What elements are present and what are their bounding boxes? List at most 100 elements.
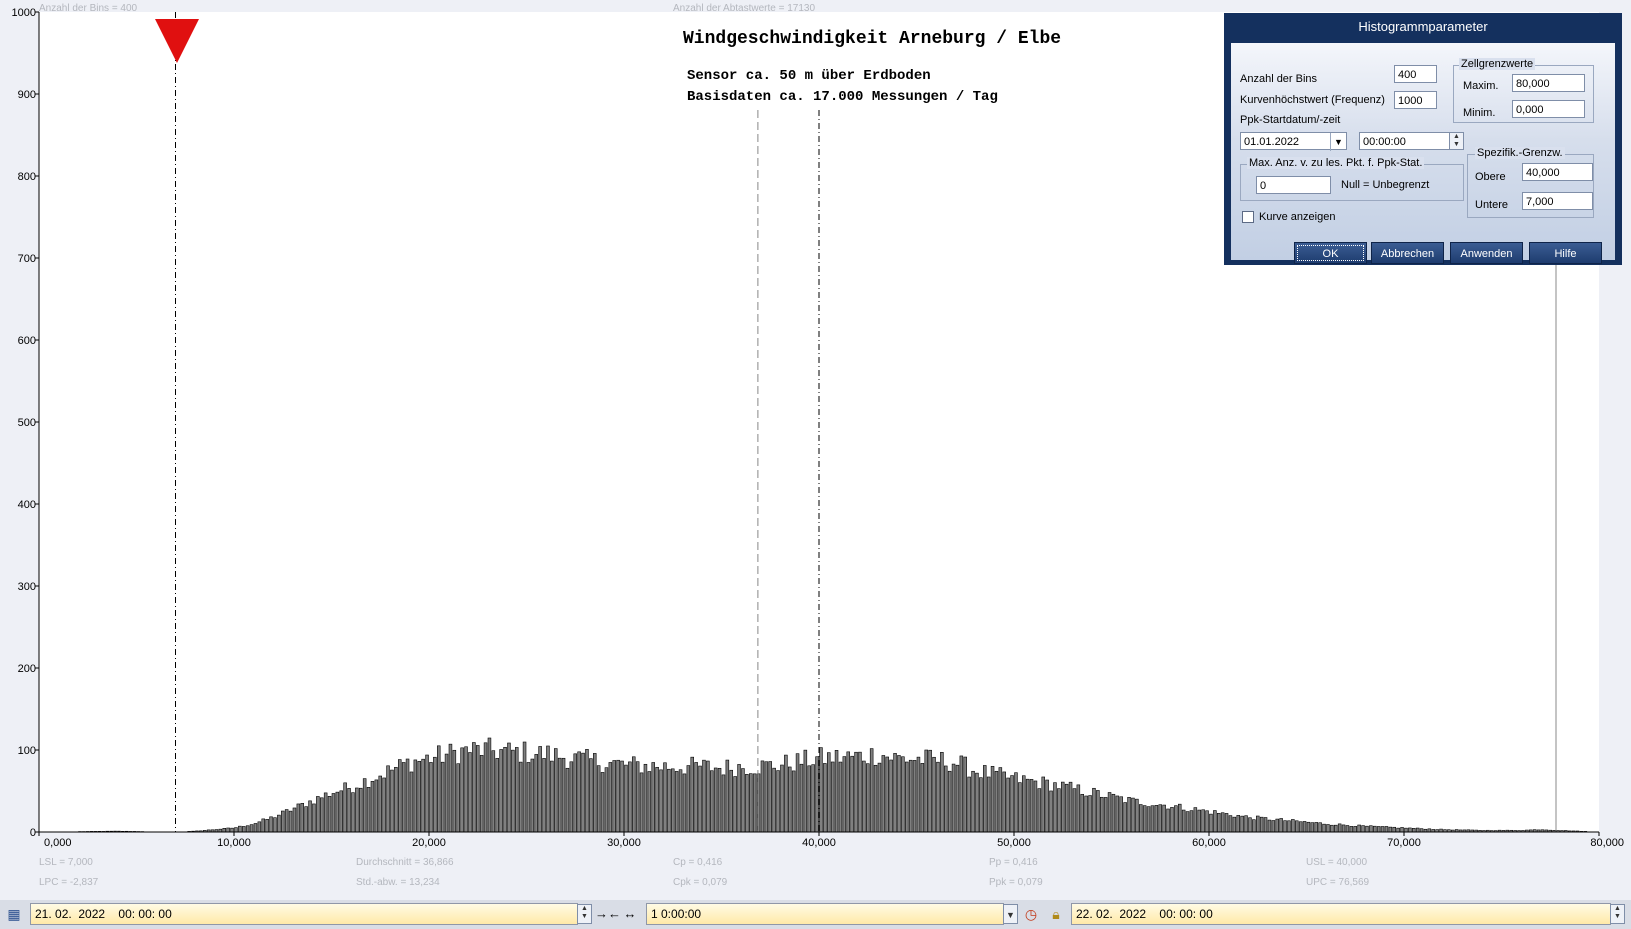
apply-button[interactable]: Anwenden xyxy=(1450,242,1523,264)
histogram-bar xyxy=(1041,776,1046,833)
histogram-bar xyxy=(522,741,527,833)
histogram-bar xyxy=(335,791,340,833)
histogram-bar xyxy=(639,772,644,833)
help-button[interactable]: Hilfe xyxy=(1529,242,1602,264)
histogram-bar xyxy=(417,761,421,833)
histogram-bar xyxy=(573,753,577,833)
histogram-bar xyxy=(1131,797,1135,833)
histogram-bar xyxy=(916,756,921,833)
histogram-bar xyxy=(1154,805,1159,833)
histogram-bar xyxy=(1256,815,1260,833)
histogram-bar xyxy=(386,765,390,833)
interval-dropdown-icon[interactable]: ▼ xyxy=(1003,904,1018,924)
bins-input[interactable]: 400 xyxy=(1394,65,1437,83)
histogram-bar xyxy=(1217,812,1221,833)
histogram-bar xyxy=(230,827,234,833)
histogram-bar xyxy=(1228,815,1233,833)
min-label: Minim. xyxy=(1463,107,1496,119)
histogram-bar xyxy=(487,737,492,833)
histogram-bar xyxy=(803,749,808,833)
histogram-bar xyxy=(518,761,523,833)
cancel-button[interactable]: Abbrechen xyxy=(1371,242,1444,264)
bins-label: Anzahl der Bins xyxy=(1240,73,1318,85)
histogram-bar xyxy=(557,757,562,833)
upper-input[interactable]: 40,000 xyxy=(1522,163,1593,181)
histogram-bar xyxy=(834,750,839,833)
histogram-bar xyxy=(1213,810,1217,833)
histogram-bar xyxy=(1037,788,1042,833)
histogram-bar xyxy=(366,787,371,833)
histogram-bar xyxy=(787,766,792,833)
histogram-bar xyxy=(464,746,468,833)
histogram-bar xyxy=(865,763,870,833)
start-time-input[interactable]: 00:00:00 xyxy=(1359,132,1450,150)
interval-field[interactable]: 1 0:00:00 xyxy=(646,903,1004,925)
start-date-select[interactable]: 01.01.2022 ▼ xyxy=(1240,132,1347,151)
histogram-parameter-dialog[interactable]: Histogrammparameter Anzahl der Bins 400 … xyxy=(1224,13,1622,265)
histogram-bar xyxy=(1232,816,1237,833)
histogram-bar xyxy=(631,756,636,833)
stat-pp: Pp = 0,416 xyxy=(989,857,1038,868)
peak-input[interactable]: 1000 xyxy=(1394,91,1437,109)
stat-lsl: LSL = 7,000 xyxy=(39,857,93,868)
histogram-bar xyxy=(674,771,679,833)
start-datetime-field[interactable]: 21. 02. 2022 00: 00: 00 xyxy=(30,903,578,925)
ok-button[interactable]: OK xyxy=(1294,242,1367,264)
histogram-bar xyxy=(405,758,410,833)
lock-icon[interactable]: 🔒︎ xyxy=(1046,904,1066,924)
show-curve-label[interactable]: Kurve anzeigen xyxy=(1259,211,1335,223)
histogram-bar xyxy=(491,750,496,833)
start-spinner-icon[interactable]: ▲ ▼ xyxy=(577,904,592,924)
histogram-bar xyxy=(1072,788,1077,833)
histogram-bar xyxy=(1369,825,1373,833)
zoom-out-arrows-icon[interactable]: ↔ xyxy=(620,904,640,924)
histogram-bar xyxy=(1146,806,1151,833)
histogram-bar xyxy=(530,758,535,833)
x-tick-label: 60,000 xyxy=(1192,837,1226,849)
max-count-input[interactable]: 0 xyxy=(1256,176,1331,194)
histogram-bar xyxy=(1279,818,1283,833)
histogram-bar xyxy=(1341,824,1346,833)
sample-count-header: Anzahl der Abtastwerte = 17130 xyxy=(673,3,815,14)
histogram-bar xyxy=(737,764,741,833)
show-curve-checkbox[interactable] xyxy=(1242,211,1254,223)
histogram-bar xyxy=(951,763,956,833)
histogram-bar xyxy=(706,760,710,833)
histogram-bar xyxy=(339,790,343,833)
histogram-bar xyxy=(1361,825,1365,833)
cell-limits-title: Zellgrenzwerte xyxy=(1459,58,1536,70)
max-input[interactable]: 80,000 xyxy=(1512,74,1585,92)
histogram-bar xyxy=(838,761,843,833)
histogram-bar xyxy=(873,764,878,833)
histogram-bar xyxy=(1337,823,1342,833)
histogram-bar xyxy=(885,756,889,833)
histogram-bar xyxy=(370,781,375,833)
y-tick-label: 300 xyxy=(18,581,36,593)
histogram-bar xyxy=(581,752,585,833)
time-spinner-icon[interactable]: ▲ ▼ xyxy=(1449,132,1464,150)
end-datetime-field[interactable]: 22. 02. 2022 00: 00: 00 xyxy=(1071,903,1611,925)
histogram-bar xyxy=(760,760,765,833)
histogram-bar xyxy=(308,800,312,833)
histogram-bar xyxy=(869,748,874,833)
histogram-bar xyxy=(616,759,620,833)
histogram-bar xyxy=(1135,798,1139,833)
zoom-in-arrows-icon[interactable]: →← xyxy=(595,904,621,924)
calendar-icon[interactable]: ▦ xyxy=(4,904,24,924)
histogram-bar xyxy=(815,756,819,833)
chevron-down-icon[interactable]: ▼ xyxy=(1330,133,1346,151)
histogram-bar xyxy=(242,826,246,833)
histogram-bar xyxy=(826,752,831,833)
histogram-bar xyxy=(503,746,507,833)
histogram-bar xyxy=(698,765,702,833)
histogram-bar xyxy=(292,807,297,833)
histogram-bar xyxy=(776,770,780,833)
end-spinner-icon[interactable]: ▲ ▼ xyxy=(1610,904,1625,924)
histogram-bar xyxy=(1396,827,1400,833)
clock-icon[interactable]: ◷ xyxy=(1021,904,1041,924)
dialog-title[interactable]: Histogrammparameter xyxy=(1224,13,1622,41)
histogram-bar xyxy=(280,810,285,833)
min-input[interactable]: 0,000 xyxy=(1512,100,1585,118)
histogram-bar xyxy=(245,825,250,833)
lower-input[interactable]: 7,000 xyxy=(1522,192,1593,210)
